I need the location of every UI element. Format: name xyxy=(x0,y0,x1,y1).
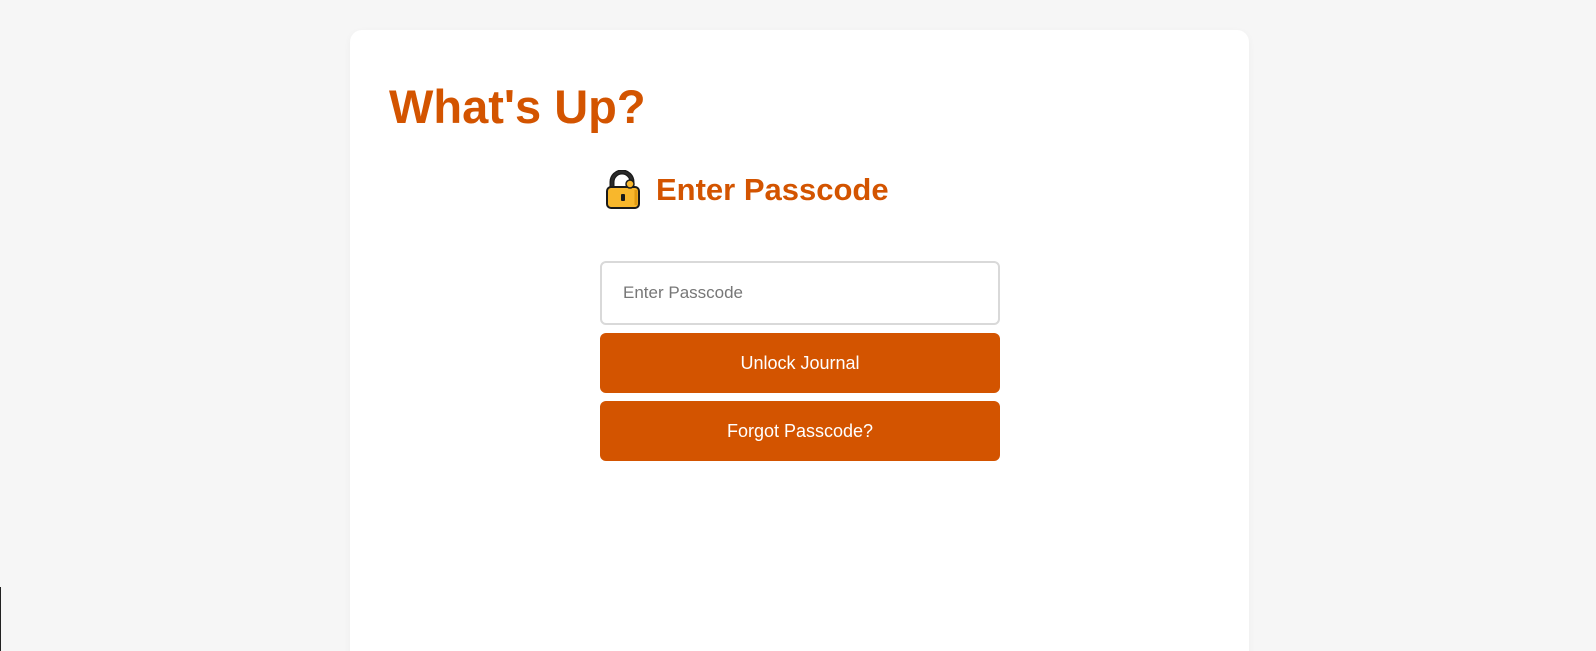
lock-icon xyxy=(604,169,642,210)
page: What's Up? Enter Passcode Unlock Journal… xyxy=(0,0,1596,651)
journal-card: What's Up? Enter Passcode Unlock Journal… xyxy=(350,30,1249,651)
lock-heading: Enter Passcode xyxy=(600,169,1000,210)
app-title: What's Up? xyxy=(389,80,646,133)
window-edge-divider xyxy=(0,587,1,651)
lock-section: Enter Passcode Unlock Journal Forgot Pas… xyxy=(600,169,1000,461)
passcode-input[interactable] xyxy=(600,261,1000,325)
unlock-journal-button[interactable]: Unlock Journal xyxy=(600,333,1000,393)
lock-heading-text: Enter Passcode xyxy=(656,172,889,207)
forgot-passcode-button[interactable]: Forgot Passcode? xyxy=(600,401,1000,461)
